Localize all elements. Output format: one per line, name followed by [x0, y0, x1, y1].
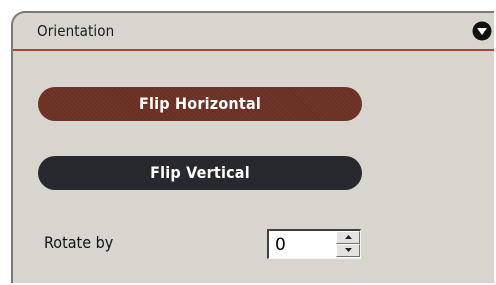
spin-down-button[interactable] [336, 244, 360, 257]
spin-up-button[interactable] [336, 231, 360, 244]
chevron-down-circle-icon[interactable] [472, 21, 492, 41]
orientation-panel: Orientation Flip Horizontal Flip Vertica… [11, 11, 494, 283]
rotate-by-label: Rotate by [44, 233, 114, 252]
flip-vertical-button[interactable]: Flip Vertical [38, 156, 362, 190]
panel-title: Orientation [37, 22, 115, 40]
panel-header[interactable]: Orientation [13, 13, 494, 51]
spin-up-icon [345, 235, 352, 239]
rotate-by-stepper[interactable]: 0 [267, 229, 361, 259]
stepper-buttons [336, 231, 360, 258]
rotate-by-value[interactable]: 0 [275, 235, 286, 255]
spin-down-icon [345, 248, 352, 252]
flip-horizontal-button[interactable]: Flip Horizontal [38, 87, 362, 121]
